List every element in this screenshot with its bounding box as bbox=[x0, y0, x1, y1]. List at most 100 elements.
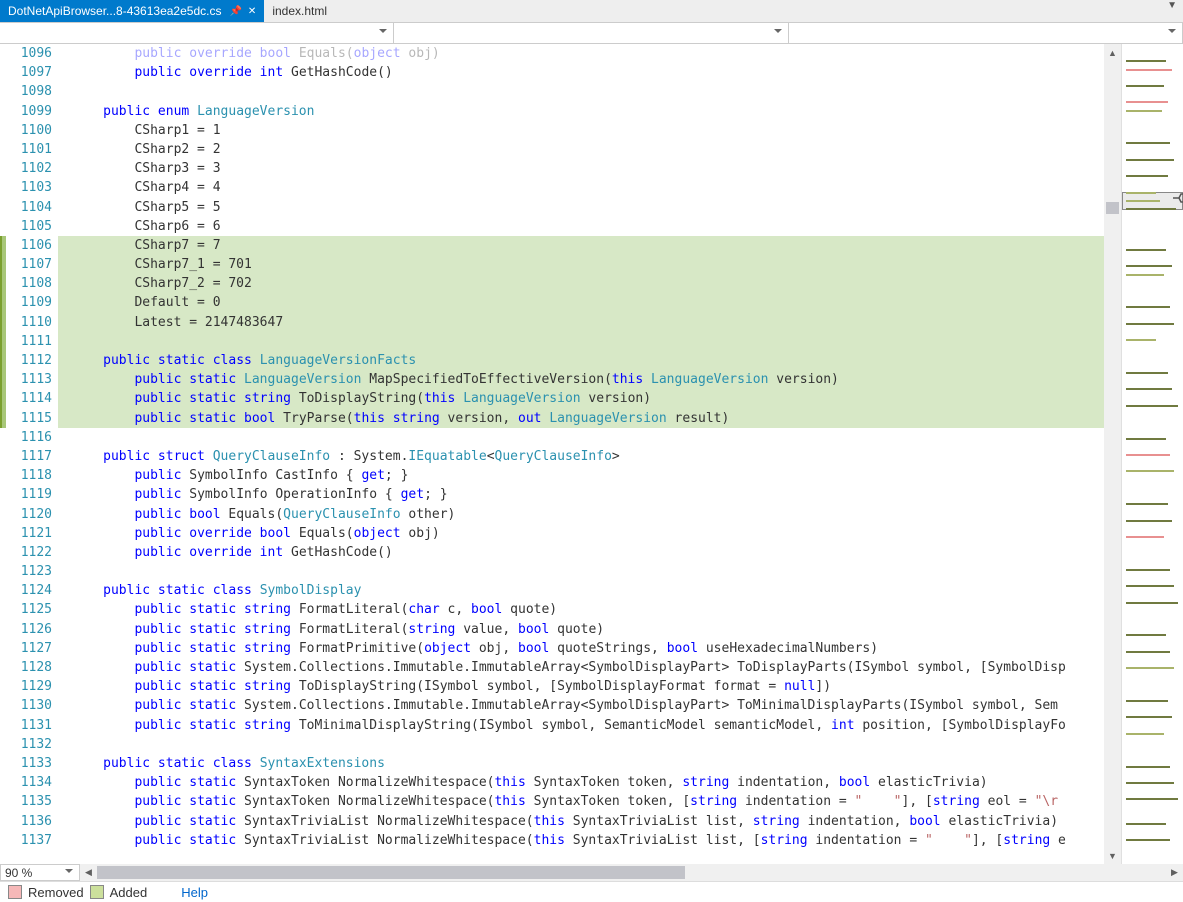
scroll-track-x[interactable] bbox=[97, 864, 1166, 881]
minimap-mark bbox=[1126, 651, 1170, 653]
line-number: 1100 bbox=[6, 121, 52, 140]
code-line[interactable]: public static SyntaxToken NormalizeWhite… bbox=[58, 792, 1104, 811]
line-number: 1114 bbox=[6, 389, 52, 408]
help-link[interactable]: Help bbox=[181, 885, 208, 900]
scroll-left-icon[interactable]: ◀ bbox=[80, 864, 97, 881]
horizontal-scrollbar[interactable]: ◀ ▶ bbox=[80, 864, 1183, 881]
nav-type-dropdown[interactable] bbox=[394, 23, 788, 43]
line-number: 1103 bbox=[6, 178, 52, 197]
vertical-scrollbar[interactable]: ▲ ▼ bbox=[1104, 44, 1121, 864]
minimap-mark bbox=[1126, 823, 1166, 825]
code-line[interactable]: public static class SyntaxExtensions bbox=[58, 754, 1104, 773]
code-area[interactable]: public override bool Equals(object obj) … bbox=[58, 44, 1104, 864]
minimap-mark bbox=[1126, 200, 1160, 202]
code-line[interactable]: public static bool TryParse(this string … bbox=[58, 409, 1104, 428]
code-line[interactable]: public static class LanguageVersionFacts bbox=[58, 351, 1104, 370]
code-line[interactable]: public static string FormatPrimitive(obj… bbox=[58, 639, 1104, 658]
code-line[interactable]: public SymbolInfo CastInfo { get; } bbox=[58, 466, 1104, 485]
tab-active[interactable]: DotNetApiBrowser...8-43613ea2e5dc.cs 📌 ✕ bbox=[0, 0, 264, 22]
nav-scope-dropdown[interactable] bbox=[0, 23, 394, 43]
nav-member-dropdown[interactable] bbox=[789, 23, 1183, 43]
line-number: 1126 bbox=[6, 620, 52, 639]
minimap-mark bbox=[1126, 208, 1176, 210]
scroll-right-icon[interactable]: ▶ bbox=[1166, 864, 1183, 881]
line-number: 1136 bbox=[6, 812, 52, 831]
line-number: 1135 bbox=[6, 792, 52, 811]
line-number: 1098 bbox=[6, 82, 52, 101]
code-editor[interactable]: 1096109710981099110011011102110311041105… bbox=[0, 44, 1183, 864]
minimap-mark bbox=[1126, 388, 1172, 390]
minimap-mark bbox=[1126, 274, 1164, 276]
code-line[interactable]: public static LanguageVersion MapSpecifi… bbox=[58, 370, 1104, 389]
tab-inactive[interactable]: index.html bbox=[264, 0, 335, 22]
code-line[interactable]: public override int GetHashCode() bbox=[58, 543, 1104, 562]
minimap-mark bbox=[1126, 782, 1174, 784]
removed-swatch bbox=[8, 885, 22, 899]
code-line[interactable]: Default = 0 bbox=[58, 293, 1104, 312]
code-line[interactable]: public static System.Collections.Immutab… bbox=[58, 696, 1104, 715]
code-line[interactable]: public static string ToMinimalDisplayStr… bbox=[58, 716, 1104, 735]
scroll-thumb-y[interactable] bbox=[1106, 202, 1119, 214]
code-line[interactable]: CSharp4 = 4 bbox=[58, 178, 1104, 197]
code-line[interactable]: public SymbolInfo OperationInfo { get; } bbox=[58, 485, 1104, 504]
scroll-track-y[interactable] bbox=[1104, 61, 1121, 847]
code-line[interactable] bbox=[58, 82, 1104, 101]
code-line[interactable] bbox=[58, 332, 1104, 351]
line-number-gutter: 1096109710981099110011011102110311041105… bbox=[6, 44, 58, 864]
code-line[interactable]: public static string ToDisplayString(thi… bbox=[58, 389, 1104, 408]
code-line[interactable]: CSharp7_1 = 701 bbox=[58, 255, 1104, 274]
minimap-mark bbox=[1126, 175, 1168, 177]
minimap-mark bbox=[1126, 798, 1178, 800]
code-line[interactable]: CSharp1 = 1 bbox=[58, 121, 1104, 140]
code-line[interactable]: public static class SymbolDisplay bbox=[58, 581, 1104, 600]
code-line[interactable] bbox=[58, 562, 1104, 581]
tab-label: index.html bbox=[272, 4, 327, 18]
code-line[interactable]: public static System.Collections.Immutab… bbox=[58, 658, 1104, 677]
minimap-mark bbox=[1126, 700, 1168, 702]
code-line[interactable]: public static string FormatLiteral(char … bbox=[58, 600, 1104, 619]
line-number: 1137 bbox=[6, 831, 52, 850]
removed-label: Removed bbox=[28, 885, 84, 900]
line-number: 1116 bbox=[6, 428, 52, 447]
code-line[interactable]: CSharp7_2 = 702 bbox=[58, 274, 1104, 293]
line-number: 1119 bbox=[6, 485, 52, 504]
pin-icon[interactable]: 📌 bbox=[229, 6, 241, 17]
code-line[interactable]: public static string ToDisplayString(ISy… bbox=[58, 677, 1104, 696]
zoom-dropdown[interactable]: 90 % bbox=[0, 864, 80, 881]
code-line[interactable]: public override bool Equals(object obj) bbox=[58, 524, 1104, 543]
code-line[interactable]: public enum LanguageVersion bbox=[58, 102, 1104, 121]
code-line[interactable]: public static SyntaxTriviaList Normalize… bbox=[58, 812, 1104, 831]
tab-label: DotNetApiBrowser...8-43613ea2e5dc.cs bbox=[8, 4, 221, 18]
line-number: 1104 bbox=[6, 198, 52, 217]
scroll-thumb-x[interactable] bbox=[97, 866, 685, 879]
line-number: 1113 bbox=[6, 370, 52, 389]
code-line[interactable]: CSharp7 = 7 bbox=[58, 236, 1104, 255]
code-line[interactable] bbox=[58, 428, 1104, 447]
code-line[interactable]: public bool Equals(QueryClauseInfo other… bbox=[58, 505, 1104, 524]
code-line[interactable] bbox=[58, 735, 1104, 754]
line-number: 1115 bbox=[6, 409, 52, 428]
code-line[interactable]: public override bool Equals(object obj) bbox=[58, 44, 1104, 63]
scroll-up-icon[interactable]: ▲ bbox=[1104, 44, 1121, 61]
tab-overflow-icon[interactable]: ▼ bbox=[1161, 0, 1183, 22]
code-line[interactable]: CSharp6 = 6 bbox=[58, 217, 1104, 236]
code-line[interactable]: public override int GetHashCode() bbox=[58, 63, 1104, 82]
scroll-down-icon[interactable]: ▼ bbox=[1104, 847, 1121, 864]
code-line[interactable]: CSharp3 = 3 bbox=[58, 159, 1104, 178]
line-number: 1109 bbox=[6, 293, 52, 312]
close-icon[interactable]: ✕ bbox=[248, 6, 256, 17]
code-line[interactable]: CSharp5 = 5 bbox=[58, 198, 1104, 217]
code-line[interactable]: public static string FormatLiteral(strin… bbox=[58, 620, 1104, 639]
code-line[interactable]: Latest = 2147483647 bbox=[58, 313, 1104, 332]
code-line[interactable]: public static SyntaxTriviaList Normalize… bbox=[58, 831, 1104, 850]
line-number: 1122 bbox=[6, 543, 52, 562]
code-line[interactable]: public static SyntaxToken NormalizeWhite… bbox=[58, 773, 1104, 792]
minimap-mark bbox=[1126, 249, 1166, 251]
minimap-mark bbox=[1126, 438, 1166, 440]
code-minimap[interactable] bbox=[1121, 44, 1183, 864]
code-line[interactable]: public struct QueryClauseInfo : System.I… bbox=[58, 447, 1104, 466]
line-number: 1107 bbox=[6, 255, 52, 274]
code-line[interactable]: CSharp2 = 2 bbox=[58, 140, 1104, 159]
line-number: 1101 bbox=[6, 140, 52, 159]
minimap-mark bbox=[1126, 585, 1174, 587]
